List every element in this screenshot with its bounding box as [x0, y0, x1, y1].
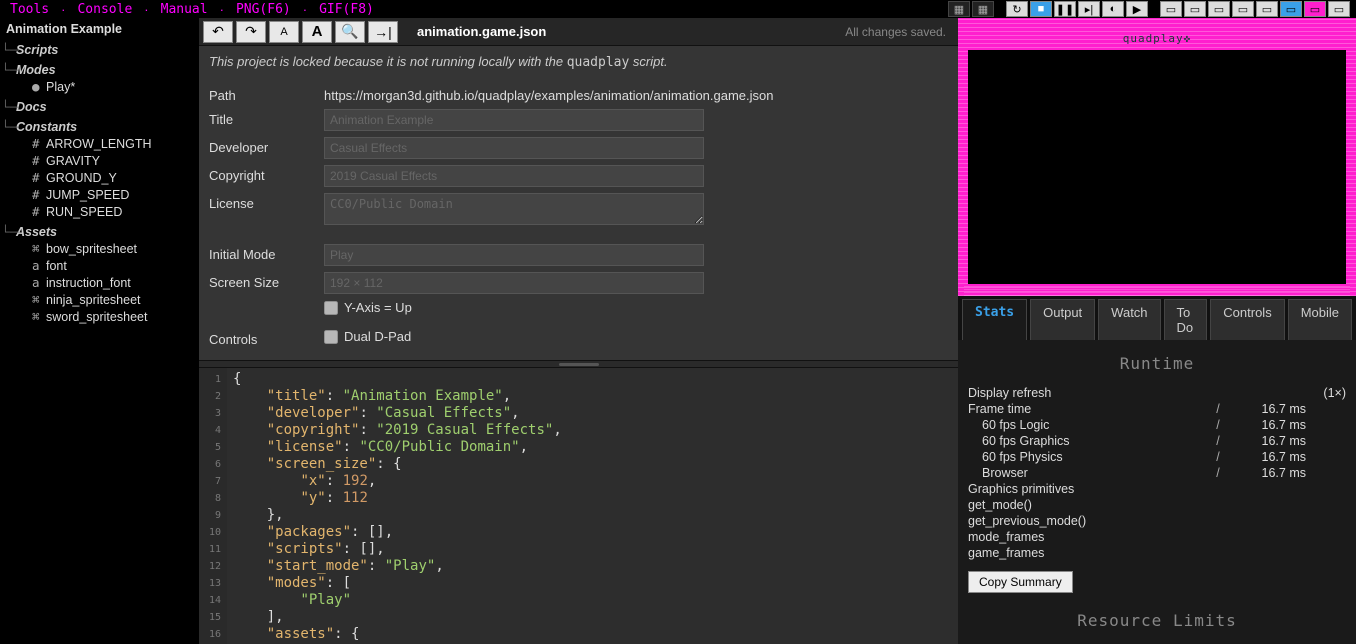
- license-input[interactable]: CC0/Public Domain: [324, 193, 704, 225]
- initial-mode-label: Initial Mode: [209, 244, 324, 262]
- menu-tools[interactable]: Tools: [6, 2, 53, 17]
- tab-todo[interactable]: To Do: [1164, 299, 1208, 340]
- code-editor[interactable]: 1234567891011121314151617 { "title": "An…: [199, 368, 958, 644]
- grid2-icon[interactable]: ▦: [972, 1, 994, 17]
- copy-summary-button[interactable]: Copy Summary: [968, 571, 1073, 593]
- stats-row: Display refresh(1×): [968, 385, 1346, 401]
- step-button[interactable]: ▸|: [1078, 1, 1100, 17]
- menu-png[interactable]: PNG(F6): [232, 2, 295, 17]
- tree-item[interactable]: #ARROW_LENGTH: [16, 135, 199, 152]
- license-label: License: [209, 193, 324, 211]
- stats-row: Graphics primitives: [968, 481, 1346, 497]
- tree-header[interactable]: Modes: [16, 62, 199, 78]
- stats-row: Browser/16.7 ms: [968, 465, 1346, 481]
- tree-item[interactable]: ⌘bow_spritesheet: [16, 240, 199, 257]
- tree-header[interactable]: Scripts: [16, 42, 199, 58]
- developer-input[interactable]: [324, 137, 704, 159]
- path-label: Path: [209, 85, 324, 103]
- title-label: Title: [209, 109, 324, 127]
- stats-row: mode_frames: [968, 529, 1346, 545]
- game-screen[interactable]: [968, 50, 1346, 284]
- font-larger-button[interactable]: A: [302, 21, 332, 43]
- screen-size-input[interactable]: [324, 272, 704, 294]
- tab-stats[interactable]: Stats: [962, 299, 1027, 340]
- runtime-header: Runtime: [968, 354, 1346, 373]
- tree-item[interactable]: ●Play*: [16, 78, 199, 95]
- tree-header[interactable]: Docs: [16, 99, 199, 115]
- yaxis-label: Y-Axis = Up: [344, 300, 412, 315]
- menu-manual[interactable]: Manual: [157, 2, 212, 17]
- stats-row: get_previous_mode(): [968, 513, 1346, 529]
- stats-row: 60 fps Logic/16.7 ms: [968, 417, 1346, 433]
- tree-item[interactable]: #GROUND_Y: [16, 169, 199, 186]
- tree-item[interactable]: ⌘sword_spritesheet: [16, 308, 199, 325]
- tree-item[interactable]: afont: [16, 257, 199, 274]
- stats-tabbar: Stats Output Watch To Do Controls Mobile: [958, 296, 1356, 340]
- screen-size-label: Screen Size: [209, 272, 324, 290]
- undo-button[interactable]: ↶: [203, 21, 233, 43]
- editor-toolbar: ↶ ↷ A A 🔍 →| animation.game.json All cha…: [199, 18, 958, 46]
- stats-row: game_frames: [968, 545, 1346, 561]
- tree-item[interactable]: ⌘ninja_spritesheet: [16, 291, 199, 308]
- limits-header: Resource Limits: [968, 611, 1346, 630]
- initial-mode-input[interactable]: [324, 244, 704, 266]
- right-panel: quadplay✜ Stats Output Watch To Do Contr…: [958, 18, 1356, 644]
- game-brand: quadplay✜: [1123, 32, 1192, 45]
- layout2-button[interactable]: ▭: [1184, 1, 1206, 17]
- stats-row: Frame time/16.7 ms: [968, 401, 1346, 417]
- copyright-input[interactable]: [324, 165, 704, 187]
- yaxis-checkbox[interactable]: [324, 301, 338, 315]
- editor-panel: ↶ ↷ A A 🔍 →| animation.game.json All cha…: [199, 18, 958, 644]
- sidebar: Animation Example Scripts Modes●Play* Docs…: [0, 18, 199, 644]
- tab-watch[interactable]: Watch: [1098, 299, 1160, 340]
- font-smaller-button[interactable]: A: [269, 21, 299, 43]
- lock-message: This project is locked because it is not…: [199, 46, 958, 78]
- tab-output[interactable]: Output: [1030, 299, 1095, 340]
- stop-button[interactable]: ■: [1030, 1, 1052, 17]
- pause-button[interactable]: ❚❚: [1054, 1, 1076, 17]
- stats-panel: Runtime Display refresh(1×)Frame time/16…: [958, 340, 1356, 644]
- goto-button[interactable]: →|: [368, 21, 398, 43]
- layout8-button[interactable]: ▭: [1328, 1, 1350, 17]
- layout4-button[interactable]: ▭: [1232, 1, 1254, 17]
- layout3-button[interactable]: ▭: [1208, 1, 1230, 17]
- menubar: Tools · Console · Manual · PNG(F6) · GIF…: [0, 0, 1356, 18]
- save-status: All changes saved.: [845, 25, 954, 39]
- dualdpad-checkbox[interactable]: [324, 330, 338, 344]
- tree-item[interactable]: ainstruction_font: [16, 274, 199, 291]
- layout7-button[interactable]: ▭: [1304, 1, 1326, 17]
- grid-icon[interactable]: ▦: [948, 1, 970, 17]
- tree-header[interactable]: Assets: [16, 224, 199, 240]
- tree-item[interactable]: #JUMP_SPEED: [16, 186, 199, 203]
- menu-console[interactable]: Console: [73, 2, 136, 17]
- tab-controls[interactable]: Controls: [1210, 299, 1284, 340]
- redo-button[interactable]: ↷: [236, 21, 266, 43]
- stats-row: get_mode(): [968, 497, 1346, 513]
- copyright-label: Copyright: [209, 165, 324, 183]
- developer-label: Developer: [209, 137, 324, 155]
- reload-button[interactable]: ↻: [1006, 1, 1028, 17]
- controls-label: Controls: [209, 329, 324, 347]
- tree-header[interactable]: Constants: [16, 119, 199, 135]
- dualdpad-label: Dual D-Pad: [344, 329, 411, 344]
- splitter[interactable]: [199, 360, 958, 368]
- project-form: Path https://morgan3d.github.io/quadplay…: [199, 78, 958, 360]
- filename-label: animation.game.json: [417, 24, 546, 39]
- tab-mobile[interactable]: Mobile: [1288, 299, 1352, 340]
- game-frame: quadplay✜: [958, 18, 1356, 296]
- path-value: https://morgan3d.github.io/quadplay/exam…: [324, 85, 774, 103]
- layout6-button[interactable]: ▭: [1280, 1, 1302, 17]
- slow-button[interactable]: ◐: [1102, 1, 1124, 17]
- layout5-button[interactable]: ▭: [1256, 1, 1278, 17]
- play-button[interactable]: ▶: [1126, 1, 1148, 17]
- stats-row: 60 fps Physics/16.7 ms: [968, 449, 1346, 465]
- search-button[interactable]: 🔍: [335, 21, 365, 43]
- layout1-button[interactable]: ▭: [1160, 1, 1182, 17]
- project-title: Animation Example: [0, 18, 199, 40]
- menu-gif[interactable]: GIF(F8): [315, 2, 378, 17]
- tree-item[interactable]: #RUN_SPEED: [16, 203, 199, 220]
- stats-row: 60 fps Graphics/16.7 ms: [968, 433, 1346, 449]
- tree-item[interactable]: #GRAVITY: [16, 152, 199, 169]
- title-input[interactable]: [324, 109, 704, 131]
